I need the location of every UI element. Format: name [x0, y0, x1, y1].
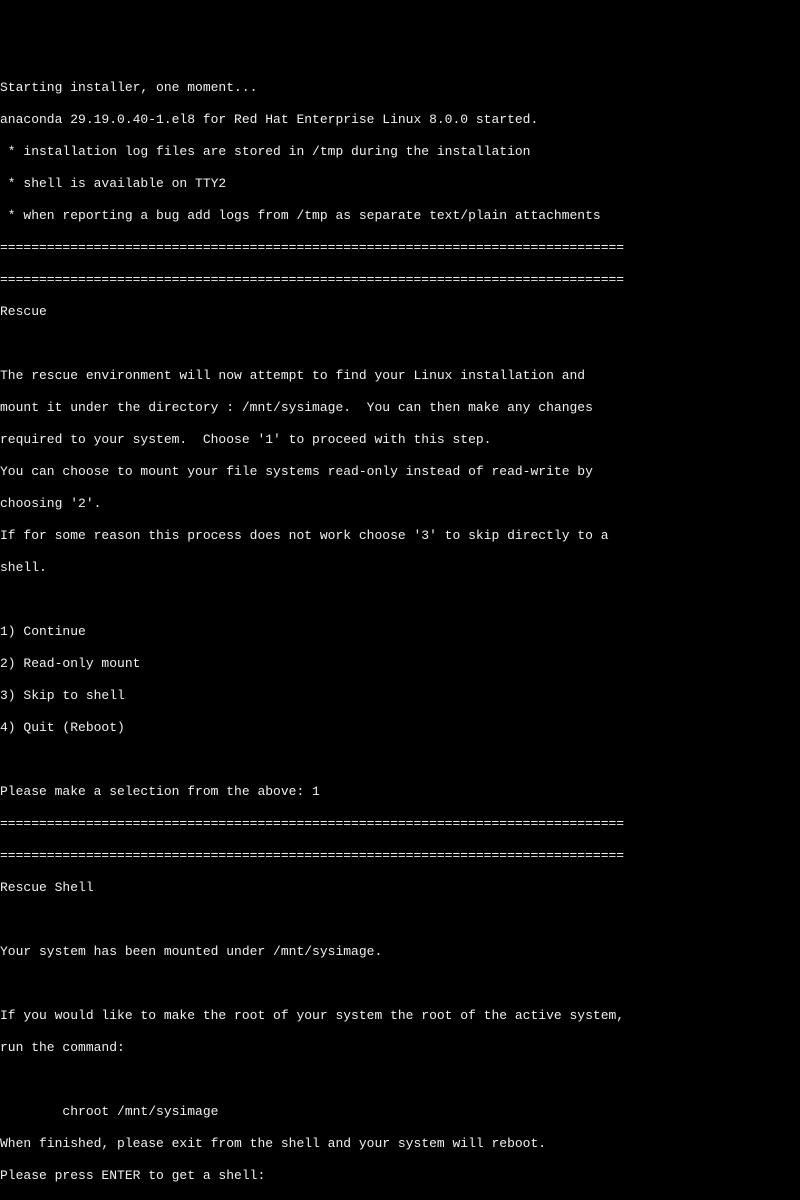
output-line: * shell is available on TTY2 — [0, 176, 800, 192]
blank-line — [0, 912, 800, 928]
selection-prompt: Please make a selection from the above: … — [0, 784, 800, 800]
output-line: run the command: — [0, 1040, 800, 1056]
output-line: If for some reason this process does not… — [0, 528, 800, 544]
output-line: required to your system. Choose '1' to p… — [0, 432, 800, 448]
output-line: mount it under the directory : /mnt/sysi… — [0, 400, 800, 416]
output-line: * when reporting a bug add logs from /tm… — [0, 208, 800, 224]
separator-line: ========================================… — [0, 848, 800, 864]
blank-line — [0, 752, 800, 768]
enter-prompt: Please press ENTER to get a shell: — [0, 1168, 800, 1184]
blank-line — [0, 1072, 800, 1088]
output-line: * installation log files are stored in /… — [0, 144, 800, 160]
output-line: If you would like to make the root of yo… — [0, 1008, 800, 1024]
output-line: When finished, please exit from the shel… — [0, 1136, 800, 1152]
section-title: Rescue Shell — [0, 880, 800, 896]
output-line: Your system has been mounted under /mnt/… — [0, 944, 800, 960]
output-line: choosing '2'. — [0, 496, 800, 512]
menu-option-readonly: 2) Read-only mount — [0, 656, 800, 672]
section-title: Rescue — [0, 304, 800, 320]
output-line: The rescue environment will now attempt … — [0, 368, 800, 384]
separator-line: ========================================… — [0, 816, 800, 832]
menu-option-continue: 1) Continue — [0, 624, 800, 640]
menu-option-quit: 4) Quit (Reboot) — [0, 720, 800, 736]
terminal-screen: Starting installer, one moment... anacon… — [0, 64, 800, 1200]
output-line: You can choose to mount your file system… — [0, 464, 800, 480]
separator-line: ========================================… — [0, 272, 800, 288]
blank-line — [0, 976, 800, 992]
output-line: anaconda 29.19.0.40-1.el8 for Red Hat En… — [0, 112, 800, 128]
menu-option-shell: 3) Skip to shell — [0, 688, 800, 704]
separator-line: ========================================… — [0, 240, 800, 256]
output-line: Starting installer, one moment... — [0, 80, 800, 96]
blank-line — [0, 592, 800, 608]
chroot-command: chroot /mnt/sysimage — [0, 1104, 800, 1120]
blank-line — [0, 336, 800, 352]
output-line: shell. — [0, 560, 800, 576]
